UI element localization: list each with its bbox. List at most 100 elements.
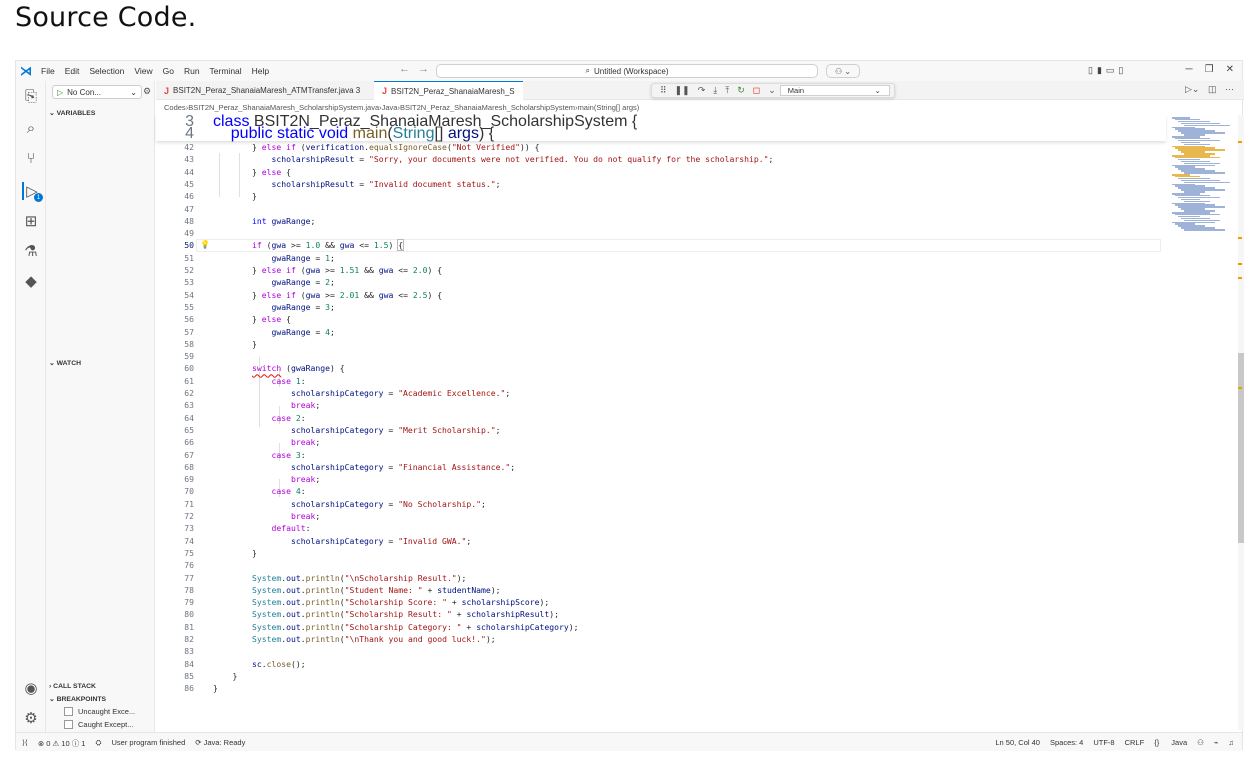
layout-controls-icon[interactable]: ▯▮▭▯ xyxy=(1088,65,1127,76)
code-line[interactable]: 77 System.out.println("\nScholarship Res… xyxy=(156,572,1166,584)
code-line[interactable]: 69 break; xyxy=(156,473,1166,485)
forward-arrow-icon[interactable]: → xyxy=(418,63,429,75)
breadcrumb-item[interactable]: BSIT2N_Peraz_ShanaiaMaresh_ScholarshipSy… xyxy=(400,103,575,112)
checkbox[interactable] xyxy=(64,720,73,729)
code-line[interactable]: 62 scholarshipCategory = "Academic Excel… xyxy=(156,387,1166,399)
close-icon[interactable]: ✕ xyxy=(1226,64,1234,75)
code-line[interactable]: 45 scholarshipResult = "Invalid document… xyxy=(156,178,1166,190)
code-line[interactable]: 51 gwaRange = 1; xyxy=(156,252,1166,264)
run-config-select[interactable]: ▷ No Con... ⌄ xyxy=(52,85,142,99)
code-line[interactable]: 56 } else { xyxy=(156,313,1166,325)
code-line[interactable]: 63 break; xyxy=(156,399,1166,411)
code-line[interactable]: 58 } xyxy=(156,338,1166,350)
remote-icon[interactable]: ⟩⟨ xyxy=(22,738,28,749)
code-line[interactable]: 67 case 3: xyxy=(156,449,1166,461)
encoding[interactable]: UTF-8 xyxy=(1093,738,1114,747)
code-line[interactable]: 78 System.out.println("Student Name: " +… xyxy=(156,584,1166,596)
step-into-icon[interactable]: ⤓ xyxy=(713,85,717,96)
menu-item-view[interactable]: View xyxy=(134,66,152,76)
drag-handle-icon[interactable]: ⠿ xyxy=(660,85,667,96)
code-line[interactable]: 59 xyxy=(156,350,1166,362)
account-icon[interactable]: ◉ xyxy=(22,679,40,697)
variables-section-header[interactable]: ⌄ VARIABLES xyxy=(49,109,95,117)
code-line[interactable]: 65 scholarshipCategory = "Merit Scholars… xyxy=(156,424,1166,436)
minimize-icon[interactable]: ─ xyxy=(1186,64,1193,75)
menu-item-file[interactable]: File xyxy=(41,66,55,76)
pause-icon[interactable]: ❚❚ xyxy=(675,85,690,96)
scrollbar-thumb[interactable] xyxy=(1238,353,1244,543)
code-line[interactable]: 52 } else if (gwa >= 1.51 && gwa <= 2.0)… xyxy=(156,264,1166,276)
code-line[interactable]: 53 gwaRange = 2; xyxy=(156,276,1166,288)
menu-item-edit[interactable]: Edit xyxy=(65,66,80,76)
code-line[interactable]: 82 System.out.println("\nThank you and g… xyxy=(156,633,1166,645)
code-line[interactable]: 85 } xyxy=(156,670,1166,682)
python-icon[interactable]: ◆ xyxy=(22,272,40,290)
sticky-line[interactable]: 4 public static void main(String[] args)… xyxy=(156,126,1166,142)
restore-icon[interactable]: ❐ xyxy=(1205,64,1214,75)
step-over-icon[interactable]: ↷ xyxy=(698,85,706,96)
menu-item-help[interactable]: Help xyxy=(252,66,269,76)
breadcrumb-item[interactable]: BSIT2N_Peraz_ShanaiaMaresh_ScholarshipSy… xyxy=(188,103,379,112)
play-icon[interactable]: ▷ xyxy=(57,88,63,97)
code-line[interactable]: 42 } else if (verification.equalsIgnoreC… xyxy=(156,141,1166,153)
code-line[interactable]: 83 xyxy=(156,645,1166,657)
code-line[interactable]: 46 } xyxy=(156,190,1166,202)
code-line[interactable]: 43 scholarshipResult = "Sorry, your docu… xyxy=(156,153,1166,165)
code-line[interactable]: 80 System.out.println("Scholarship Resul… xyxy=(156,608,1166,620)
menu-item-selection[interactable]: Selection xyxy=(89,66,124,76)
search-icon[interactable]: ⌕ xyxy=(22,119,40,137)
breakpoints-section-header[interactable]: ⌄ BREAKPOINTS xyxy=(49,695,106,703)
code-line[interactable]: 68 scholarshipCategory = "Financial Assi… xyxy=(156,461,1166,473)
code-line[interactable]: 55 gwaRange = 3; xyxy=(156,301,1166,313)
code-line[interactable]: 47 xyxy=(156,203,1166,215)
breadcrumb-item[interactable]: Codes xyxy=(164,103,186,112)
call-stack-section-header[interactable]: › CALL STACK xyxy=(49,683,96,690)
indentation[interactable]: Spaces: 4 xyxy=(1050,738,1083,747)
code-line[interactable]: 76 xyxy=(156,559,1166,571)
code-line[interactable]: 60 switch (gwaRange) { xyxy=(156,362,1166,374)
code-line[interactable]: 86} xyxy=(156,682,1166,694)
end-of-line[interactable]: CRLF xyxy=(1125,738,1145,747)
debug-target-select[interactable]: Main ⌄ xyxy=(779,85,890,96)
menu-item-run[interactable]: Run xyxy=(184,66,200,76)
language-mode[interactable]: {} Java xyxy=(1154,738,1187,747)
gear-icon[interactable]: ⚙ xyxy=(22,709,40,727)
code-editor[interactable]: 42 } else if (verification.equalsIgnoreC… xyxy=(156,115,1166,730)
code-line[interactable]: 74 scholarshipCategory = "Invalid GWA."; xyxy=(156,535,1166,547)
breadcrumb-item[interactable]: main(String[] args) xyxy=(578,103,640,112)
source-control-icon[interactable]: ⑂ xyxy=(22,149,40,167)
watch-section-header[interactable]: ⌄ WATCH xyxy=(49,359,81,367)
restart-icon[interactable]: ↻ xyxy=(737,85,745,96)
code-line[interactable]: 75 } xyxy=(156,547,1166,559)
code-line[interactable]: 79 System.out.println("Scholarship Score… xyxy=(156,596,1166,608)
code-line[interactable]: 84 sc.close(); xyxy=(156,658,1166,670)
code-line[interactable]: 70 case 4: xyxy=(156,485,1166,497)
tab-atm-transfer[interactable]: J BSIT2N_Peraz_ShanaiaMaresh_ATMTransfer… xyxy=(156,81,368,100)
code-line[interactable]: 81 System.out.println("Scholarship Categ… xyxy=(156,621,1166,633)
split-editor-icon[interactable]: ◫ xyxy=(1208,84,1217,94)
chevron-down-icon[interactable]: ⌄ xyxy=(768,85,776,96)
menu-item-go[interactable]: Go xyxy=(163,66,174,76)
bell-icon[interactable]: ♫ xyxy=(1228,738,1234,747)
code-line[interactable]: 💡 50 if (gwa >= 1.0 && gwa <= 1.5) { xyxy=(156,239,1166,252)
code-line[interactable]: 71 scholarshipCategory = "No Scholarship… xyxy=(156,498,1166,510)
code-line[interactable]: 48 int gwaRange; xyxy=(156,215,1166,227)
java-status[interactable]: ⟳ Java: Ready xyxy=(195,738,255,749)
lightbulb-icon[interactable]: 💡 xyxy=(200,239,210,251)
code-line[interactable]: 54 } else if (gwa >= 2.01 && gwa <= 2.5)… xyxy=(156,289,1166,301)
explorer-icon[interactable]: ⎘ xyxy=(22,87,40,105)
code-line[interactable]: 49 xyxy=(156,227,1166,239)
minimap[interactable] xyxy=(1166,115,1236,730)
cursor-position[interactable]: Ln 50, Col 40 xyxy=(995,738,1040,747)
tab-scholarship-system[interactable]: J BSIT2N_Peraz_ShanaiaMaresh_S xyxy=(374,81,523,100)
checkbox[interactable] xyxy=(64,707,73,716)
back-arrow-icon[interactable]: ← xyxy=(399,63,410,75)
command-center[interactable]: ⌕ Untitled (Workspace) xyxy=(436,64,818,78)
copilot-icon[interactable]: ⚇ xyxy=(1197,738,1204,747)
breakpoint-caught[interactable]: Caught Except... xyxy=(64,720,133,729)
copilot-icon[interactable]: ⚇ ⌄ xyxy=(826,64,860,78)
code-line[interactable]: 72 break; xyxy=(156,510,1166,522)
testing-icon[interactable]: ⚗ xyxy=(22,242,40,260)
code-line[interactable]: 44 } else { xyxy=(156,166,1166,178)
code-line[interactable]: 57 gwaRange = 4; xyxy=(156,326,1166,338)
